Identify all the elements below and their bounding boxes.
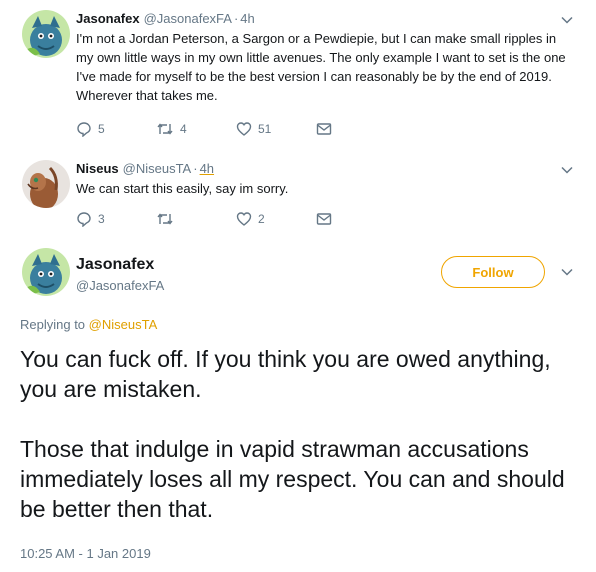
dm-icon xyxy=(316,212,338,226)
reply-count: 3 xyxy=(98,212,105,226)
separator-dot: · xyxy=(193,161,198,176)
tweet-actions: 5 4 51 xyxy=(76,121,338,137)
replying-prefix: Replying to xyxy=(20,317,86,332)
reply-icon xyxy=(76,121,98,137)
retweet-icon xyxy=(156,211,180,227)
reply-button[interactable]: 3 xyxy=(76,211,156,227)
like-button[interactable]: 51 xyxy=(236,121,316,137)
retweet-icon xyxy=(156,121,180,137)
tweet-header: Jasonafex @JasonafexFA · 4h xyxy=(76,11,255,26)
replying-to: Replying to @NiseusTA xyxy=(20,317,157,332)
retweet-button[interactable] xyxy=(156,211,236,227)
chevron-down-icon[interactable] xyxy=(560,163,574,177)
reply-icon xyxy=(76,211,98,227)
tweet-text: I'm not a Jordan Peterson, a Sargon or a… xyxy=(76,31,566,103)
author-handle[interactable]: @JasonafexFA xyxy=(76,278,164,293)
retweet-count: 4 xyxy=(180,122,187,136)
dm-icon xyxy=(316,122,338,136)
like-icon xyxy=(236,121,258,137)
chevron-down-icon[interactable] xyxy=(560,13,574,27)
follow-button[interactable]: Follow xyxy=(441,256,545,288)
tweet-actions: 3 2 xyxy=(76,211,338,227)
like-count: 2 xyxy=(258,212,265,226)
tweet-paragraph: You can fuck off. If you think you are o… xyxy=(20,346,551,402)
avatar[interactable] xyxy=(22,248,70,296)
author-name[interactable]: Jasonafex xyxy=(76,11,140,26)
tweet-paragraph: Those that indulge in vapid strawman acc… xyxy=(20,436,565,522)
retweet-button[interactable]: 4 xyxy=(156,121,236,137)
avatar[interactable] xyxy=(22,160,70,208)
tweet-jasonafex: Jasonafex @JasonafexFA · 4h I'm not a Jo… xyxy=(0,0,596,150)
main-tweet-text: You can fuck off. If you think you are o… xyxy=(20,344,580,524)
tweet-header: Niseus @NiseusTA · 4h xyxy=(76,161,214,176)
author-name[interactable]: Jasonafex xyxy=(76,256,154,274)
dm-button[interactable] xyxy=(316,212,338,226)
reply-button[interactable]: 5 xyxy=(76,121,156,137)
tweet-niseus: Niseus @NiseusTA · 4h We can start this … xyxy=(0,150,596,240)
separator-dot: · xyxy=(233,11,239,26)
tweet-text: We can start this easily, say im sorry. xyxy=(76,181,289,196)
tweet-timestamp[interactable]: 10:25 AM - 1 Jan 2019 xyxy=(20,546,151,561)
tweet-time[interactable]: 4h xyxy=(240,11,254,26)
like-icon xyxy=(236,211,258,227)
author-name[interactable]: Niseus xyxy=(76,161,119,176)
reply-count: 5 xyxy=(98,122,105,136)
like-count: 51 xyxy=(258,122,272,136)
like-button[interactable]: 2 xyxy=(236,211,316,227)
avatar[interactable] xyxy=(22,10,70,58)
dm-button[interactable] xyxy=(316,122,338,136)
author-handle[interactable]: @JasonafexFA xyxy=(144,11,232,26)
tweet-time[interactable]: 4h xyxy=(200,161,214,176)
chevron-down-icon[interactable] xyxy=(560,265,574,279)
mention-link[interactable]: @NiseusTA xyxy=(89,317,158,332)
author-handle[interactable]: @NiseusTA xyxy=(123,161,192,176)
